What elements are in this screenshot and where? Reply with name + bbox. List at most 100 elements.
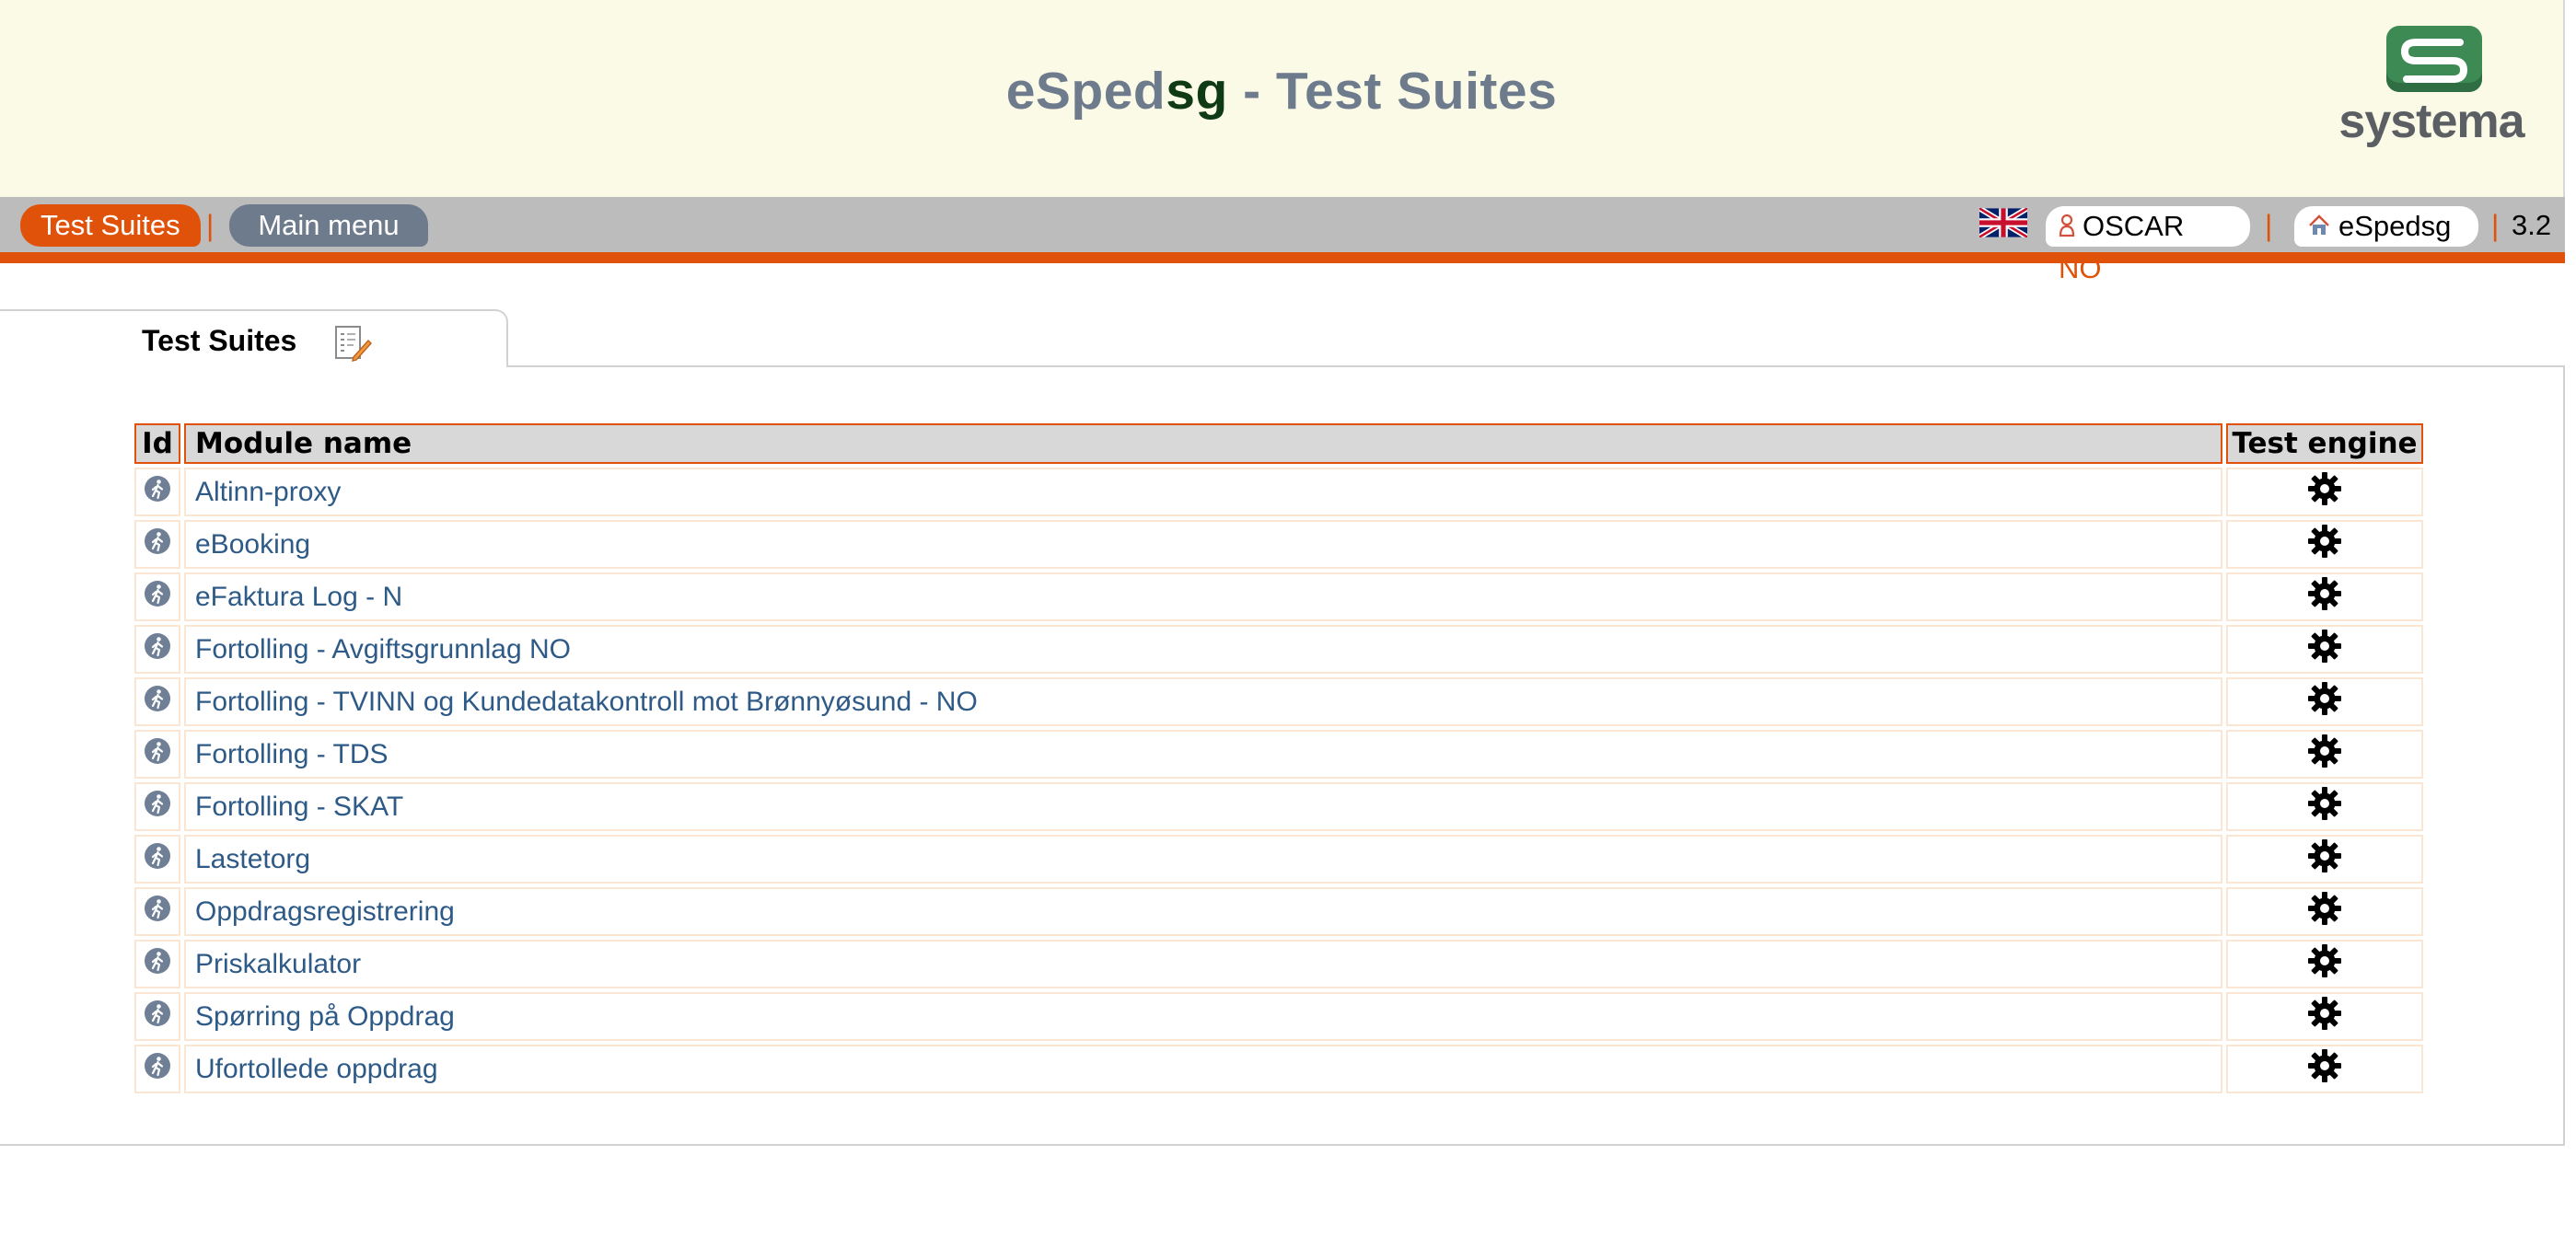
table-row: Ufortollede oppdrag (134, 1045, 2423, 1093)
module-link[interactable]: Oppdragsregistrering (195, 896, 455, 927)
nav-separator: | (2265, 209, 2273, 242)
app-name: eSpedsg (2338, 210, 2452, 242)
row-id-cell (134, 468, 180, 516)
row-id-cell (134, 835, 180, 884)
table-row: Priskalkulator (134, 940, 2423, 988)
module-name-cell: Spørring på Oppdrag (184, 992, 2222, 1041)
test-engine-cell (2226, 520, 2423, 569)
gear-icon[interactable] (2308, 1048, 2341, 1090)
tab-main-menu[interactable]: Main menu (229, 204, 428, 247)
module-name-cell: Priskalkulator (184, 940, 2222, 988)
tab-test-suites[interactable]: Test Suites (20, 204, 201, 247)
row-id-cell (134, 1045, 180, 1093)
running-man-icon[interactable] (144, 895, 171, 930)
gear-icon[interactable] (2308, 576, 2341, 618)
row-id-cell (134, 992, 180, 1041)
user-name: OSCAR (2083, 210, 2185, 242)
gear-icon[interactable] (2308, 681, 2341, 722)
gear-icon[interactable] (2308, 786, 2341, 827)
test-engine-cell (2226, 572, 2423, 621)
table-row: Lastetorg (134, 835, 2423, 884)
nav-bar: Test Suites | Main menu OSCAR NO | eSped… (0, 197, 2565, 284)
module-link[interactable]: eBooking (195, 529, 310, 560)
module-name-cell: eFaktura Log - N (184, 572, 2222, 621)
gear-icon[interactable] (2308, 524, 2341, 565)
table-row: eFaktura Log - N (134, 572, 2423, 621)
module-link[interactable]: Lastetorg (195, 844, 310, 874)
table-row: Fortolling - TDS (134, 730, 2423, 779)
app-pill[interactable]: eSpedsg (2294, 206, 2478, 247)
module-name-cell: Ufortollede oppdrag (184, 1045, 2222, 1093)
module-link[interactable]: Priskalkulator (195, 949, 361, 979)
test-engine-cell (2226, 677, 2423, 726)
running-man-icon[interactable] (144, 842, 171, 877)
edit-document-icon (333, 324, 372, 367)
user-pill[interactable]: OSCAR NO (2046, 206, 2250, 284)
running-man-icon[interactable] (144, 1000, 171, 1034)
module-link[interactable]: Fortolling - SKAT (195, 792, 403, 822)
row-id-cell (134, 520, 180, 569)
module-link[interactable]: Ufortollede oppdrag (195, 1054, 438, 1084)
logo-s-mark-icon (2386, 26, 2482, 92)
module-name-cell: Fortolling - Avgiftsgrunnlag NO (184, 625, 2222, 674)
content-tab-label: Test Suites (142, 324, 297, 357)
module-name-cell: eBooking (184, 520, 2222, 569)
module-name-cell: Lastetorg (184, 835, 2222, 884)
column-header-test-engine[interactable]: Test engine (2226, 423, 2423, 464)
nav-separator: | (2491, 209, 2500, 242)
column-header-id[interactable]: Id (134, 423, 180, 464)
row-id-cell (134, 940, 180, 988)
running-man-icon[interactable] (144, 580, 171, 615)
gear-icon[interactable] (2308, 891, 2341, 932)
test-engine-cell (2226, 625, 2423, 674)
module-name-cell: Fortolling - TVINN og Kundedatakontroll … (184, 677, 2222, 726)
gear-icon[interactable] (2308, 943, 2341, 985)
running-man-icon[interactable] (144, 527, 171, 562)
systema-logo: systema (2335, 26, 2528, 151)
module-link[interactable]: Fortolling - Avgiftsgrunnlag NO (195, 634, 571, 664)
test-engine-cell (2226, 468, 2423, 516)
app-title: eSpedsg - Test Suites (0, 61, 2563, 121)
module-link[interactable]: Fortolling - TVINN og Kundedatakontroll … (195, 687, 978, 717)
module-link[interactable]: Fortolling - TDS (195, 739, 389, 769)
module-name-cell: Fortolling - TDS (184, 730, 2222, 779)
gear-icon[interactable] (2308, 734, 2341, 775)
running-man-icon[interactable] (144, 685, 171, 720)
test-engine-cell (2226, 730, 2423, 779)
table-row: Fortolling - Avgiftsgrunnlag NO (134, 625, 2423, 674)
row-id-cell (134, 572, 180, 621)
nav-underline (0, 252, 2565, 263)
row-id-cell (134, 887, 180, 936)
row-id-cell (134, 782, 180, 831)
content-tab-test-suites[interactable]: Test Suites (0, 309, 508, 367)
test-engine-cell (2226, 940, 2423, 988)
gear-icon[interactable] (2308, 996, 2341, 1037)
gear-icon[interactable] (2308, 471, 2341, 513)
running-man-icon[interactable] (144, 632, 171, 667)
table-row: Fortolling - SKAT (134, 782, 2423, 831)
page-header: eSpedsg - Test Suites systema (0, 0, 2565, 197)
running-man-icon[interactable] (144, 737, 171, 772)
running-man-icon[interactable] (144, 475, 171, 510)
module-link[interactable]: eFaktura Log - N (195, 582, 402, 612)
row-id-cell (134, 730, 180, 779)
tab-panel-line (508, 365, 2565, 367)
gear-icon[interactable] (2308, 629, 2341, 670)
version-number: 3.2 (2512, 209, 2552, 241)
module-name-cell: Oppdragsregistrering (184, 887, 2222, 936)
running-man-icon[interactable] (144, 947, 171, 982)
running-man-icon[interactable] (144, 790, 171, 825)
running-man-icon[interactable] (144, 1052, 171, 1087)
test-engine-cell (2226, 1045, 2423, 1093)
gear-icon[interactable] (2308, 838, 2341, 880)
table-row: Oppdragsregistrering (134, 887, 2423, 936)
table-header-row: Id Module name Test engine (134, 423, 2423, 464)
uk-flag-icon[interactable] (1978, 205, 2029, 240)
column-header-module-name[interactable]: Module name (184, 423, 2222, 464)
module-name-cell: Altinn-proxy (184, 468, 2222, 516)
module-link[interactable]: Altinn-proxy (195, 477, 341, 507)
app-title-prefix: eSped (1005, 62, 1166, 121)
table-body: Altinn-proxy eBooking eFaktura Log - N Fort… (134, 468, 2423, 1093)
module-link[interactable]: Spørring på Oppdrag (195, 1001, 455, 1032)
test-engine-cell (2226, 887, 2423, 936)
